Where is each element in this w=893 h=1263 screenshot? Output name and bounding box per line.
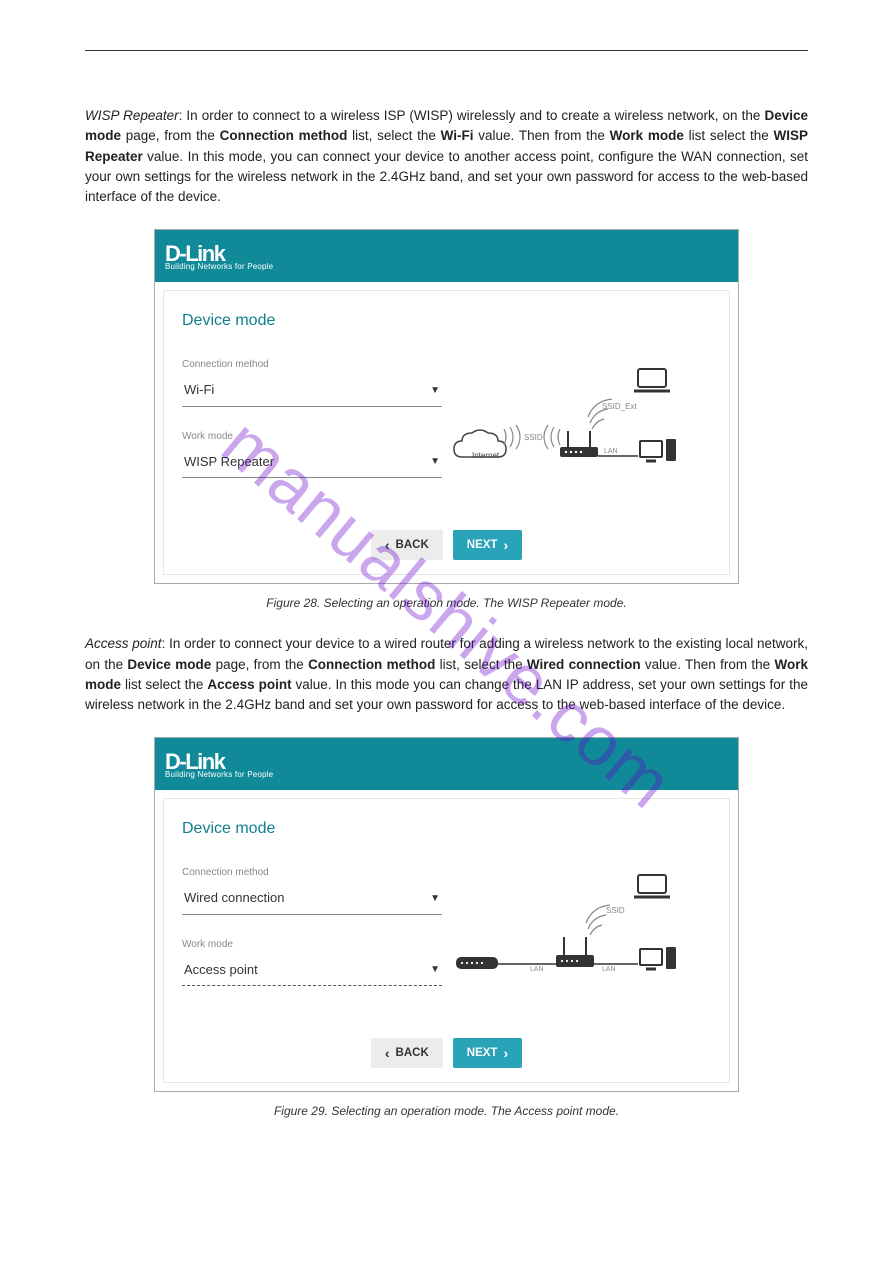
p2-page: Device mode: [127, 657, 211, 672]
brand-tagline: Building Networks for People: [165, 771, 273, 779]
figure-ap: D-Link Building Networks for People Devi…: [154, 737, 739, 1092]
p2-wval: Access point: [207, 677, 291, 692]
next-button[interactable]: NEXT ›: [453, 1038, 522, 1068]
paragraph-wisp: WISP Repeater: In order to connect to a …: [85, 106, 808, 207]
card: Device mode Connection method Wired conn…: [163, 798, 730, 1083]
lan-label-1: LAN: [604, 448, 618, 455]
p1-t2: page, from the: [121, 128, 220, 143]
p1-t6: value. In this mode, you can connect you…: [85, 149, 808, 205]
chevron-left-icon: ‹: [385, 1046, 390, 1060]
p2-t3: list, select the: [435, 657, 527, 672]
work-mode-select[interactable]: WISP Repeater ▼: [182, 448, 442, 479]
p2-mode: Access point: [85, 636, 162, 651]
work-label-2: Work mode: [182, 937, 442, 952]
back-label: BACK: [396, 539, 429, 551]
p2-t4: value. Then from the: [641, 657, 775, 672]
card: Device mode Connection method Wi-Fi ▼: [163, 290, 730, 575]
work-mode-select[interactable]: Access point ▼: [182, 956, 442, 987]
brand-logo: D-Link Building Networks for People: [165, 242, 273, 271]
p1-work: Work mode: [610, 128, 684, 143]
next-button[interactable]: NEXT ›: [453, 530, 522, 560]
chevron-right-icon: ›: [503, 1046, 508, 1060]
card-title-1: Device mode: [182, 309, 711, 333]
figure-wisp: D-Link Building Networks for People Devi…: [154, 229, 739, 584]
internet-label: Internet: [472, 451, 500, 460]
p1-t3: list, select the: [347, 128, 440, 143]
p1-val: Wi-Fi: [441, 128, 474, 143]
conn-label-2: Connection method: [182, 865, 442, 880]
chevron-down-icon: ▼: [430, 891, 440, 906]
figure-header: D-Link Building Networks for People: [155, 230, 738, 282]
p1-t1: : In order to connect to a wireless ISP …: [179, 108, 765, 123]
chevron-down-icon: ▼: [430, 962, 440, 977]
work-label-1: Work mode: [182, 429, 442, 444]
caption-1: Figure 28. Selecting an operation mode. …: [85, 594, 808, 612]
caption-2: Figure 29. Selecting an operation mode. …: [85, 1102, 808, 1120]
wisp-diagram: Internet SSID: [442, 357, 682, 497]
conn-label-1: Connection method: [182, 357, 442, 372]
back-label: BACK: [396, 1047, 429, 1059]
connection-method-select[interactable]: Wi-Fi ▼: [182, 376, 442, 407]
lan-label-a: LAN: [530, 966, 544, 973]
paragraph-ap: Access point: In order to connect your d…: [85, 634, 808, 715]
work-value-1: WISP Repeater: [184, 452, 274, 472]
work-value-2: Access point: [184, 960, 258, 980]
card-title-2: Device mode: [182, 817, 711, 841]
back-button[interactable]: ‹ BACK: [371, 1038, 443, 1068]
ssid-label-1: SSID: [524, 433, 543, 442]
p1-mode: WISP Repeater: [85, 108, 179, 123]
ap-diagram: LAN: [442, 865, 682, 1005]
chevron-left-icon: ‹: [385, 538, 390, 552]
connection-method-select[interactable]: Wired connection ▼: [182, 884, 442, 915]
ssid-label-2: SSID: [606, 906, 625, 915]
divider-top: [85, 50, 808, 51]
chevron-right-icon: ›: [503, 538, 508, 552]
p1-conn: Connection method: [220, 128, 348, 143]
next-label: NEXT: [467, 539, 498, 551]
figure-header: D-Link Building Networks for People: [155, 738, 738, 790]
p1-t4: value. Then from the: [474, 128, 610, 143]
brand-logo: D-Link Building Networks for People: [165, 750, 273, 779]
chevron-down-icon: ▼: [430, 454, 440, 469]
p1-t5: list select the: [684, 128, 774, 143]
p2-val: Wired connection: [527, 657, 641, 672]
conn-value-2: Wired connection: [184, 888, 284, 908]
brand-tagline: Building Networks for People: [165, 263, 273, 271]
p2-t2: page, from the: [211, 657, 308, 672]
p2-conn: Connection method: [308, 657, 435, 672]
lan-label-b: LAN: [602, 966, 616, 973]
back-button[interactable]: ‹ BACK: [371, 530, 443, 560]
p2-t5: list select the: [121, 677, 207, 692]
chevron-down-icon: ▼: [430, 383, 440, 398]
conn-value-1: Wi-Fi: [184, 380, 214, 400]
ssid-ext-label: SSID_Ext: [602, 402, 637, 411]
next-label: NEXT: [467, 1047, 498, 1059]
